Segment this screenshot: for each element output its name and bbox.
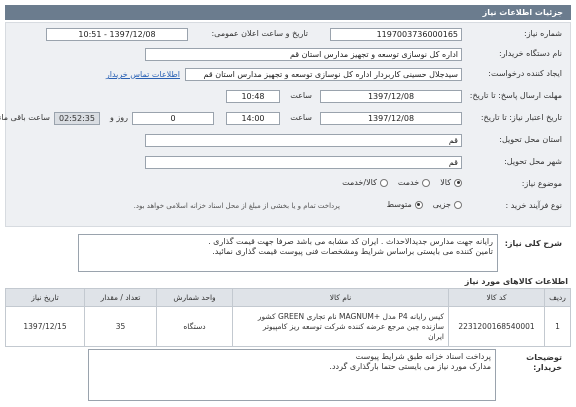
col-quantity: تعداد / مقدار [84, 288, 157, 307]
buyer-org-field: اداره کل نوسازی توسعه و تجهیز مدارس استا… [145, 48, 462, 61]
validity-label: تاریخ اعتبار نیاز: تا تاریخ: [480, 113, 562, 122]
radio-dot [414, 200, 423, 209]
delivery-city-field: قم [145, 156, 462, 169]
col-unit: واحد شمارش [156, 288, 233, 307]
table-header-row: ردیف کد کالا نام کالا واحد شمارش تعداد /… [5, 288, 571, 307]
col-index: ردیف [544, 288, 571, 307]
days-field: 0 [132, 112, 214, 125]
process-label: نوع فرآیند خرید : [505, 201, 562, 210]
days-label: روز و [110, 113, 128, 122]
buyer-org-label: نام دستگاه خریدار: [499, 49, 562, 58]
class-option-goods[interactable]: کالا [440, 178, 462, 187]
page-title: جزئیات اطلاعات نیاز [5, 5, 571, 20]
items-section-title: اطلاعات کالاهای مورد نیاز [464, 277, 568, 286]
radio-dot [454, 200, 462, 209]
description-line: تامین کننده می بایستی براساس شرایط ومشخص… [212, 247, 493, 256]
delivery-city-label: شهر محل تحویل: [504, 157, 562, 166]
buyer-notes-label: توضیحات خریدار: [526, 353, 562, 372]
class-label: موضوع نیاز: [521, 179, 562, 188]
requester-field: سیدجلال حسینی کاربردار اداره کل نوسازی ت… [185, 68, 462, 81]
send-date-field: 1397/12/08 [320, 90, 462, 103]
items-table: ردیف کد کالا نام کالا واحد شمارش تعداد /… [5, 288, 571, 347]
radio-dot [454, 178, 462, 187]
process-radio-group: جزیی متوسط [387, 200, 462, 209]
need-details-form: شماره نیاز: 1197003736000165 تاریخ و ساع… [0, 22, 571, 227]
description-label: شرح کلی نیاز: [504, 239, 562, 248]
buyer-note-line: مدارک مورد نیاز می بایستی حتما بارگذاری … [329, 362, 491, 371]
need-number-label: شماره نیاز: [524, 29, 562, 38]
class-option-service[interactable]: خدمت [398, 178, 431, 187]
description-box: رایانه جهت مدارس جدیدالاحداث . ایران کد … [78, 234, 498, 272]
process-note: پرداخت تمام و یا بخشی از مبلغ از محل اسن… [133, 202, 340, 210]
send-time-label: ساعت [290, 91, 312, 100]
col-need-date: تاریخ نیاز [5, 288, 85, 307]
class-option-both[interactable]: کالا/خدمت [342, 178, 388, 187]
requester-label: ایجاد کننده درخواست: [488, 69, 562, 78]
remaining-time-field: 02:52:35 [54, 112, 100, 125]
name-line: سازنده چین مرجع عرضه کننده شرکت توسعه ری… [262, 321, 444, 331]
process-option-medium[interactable]: متوسط [387, 200, 423, 209]
need-number-field: 1197003736000165 [330, 28, 462, 41]
cell-index: 1 [544, 306, 571, 347]
remaining-label: ساعت باقی مانده [0, 113, 50, 122]
radio-dot [422, 178, 431, 187]
description-line: رایانه جهت مدارس جدیدالاحداث . ایران کد … [208, 237, 493, 246]
class-radio-group: کالا خدمت کالا/خدمت [342, 178, 462, 187]
buyer-notes-box: پرداخت اسناد خزانه طبق شرایط پیوست مدارک… [88, 349, 496, 401]
col-code: کد کالا [448, 288, 545, 307]
announce-label: تاریخ و ساعت اعلان عمومی: [211, 29, 308, 38]
table-row: 1 2231200168540001 کیس رایانه P4 مدل +MA… [5, 306, 571, 347]
name-line: ایران [428, 331, 444, 341]
valid-date-field: 1397/12/08 [320, 112, 462, 125]
delivery-province-field: قم [145, 134, 462, 147]
cell-quantity: 35 [84, 306, 157, 347]
name-line: کیس رایانه P4 مدل +MAGNUM نام تجاری GREE… [257, 311, 444, 321]
buyer-contact-link[interactable]: اطلاعات تماس خریدار [106, 70, 180, 79]
send-deadline-label: مهلت ارسال پاسخ: تا تاریخ: [469, 91, 562, 100]
process-option-minor[interactable]: جزیی [433, 200, 462, 209]
cell-unit: دستگاه [156, 306, 233, 347]
delivery-province-label: استان محل تحویل: [499, 135, 562, 144]
cell-code: 2231200168540001 [448, 306, 545, 347]
col-name: نام کالا [232, 288, 449, 307]
radio-dot [379, 178, 388, 187]
valid-time-field: 14:00 [226, 112, 280, 125]
cell-name: کیس رایانه P4 مدل +MAGNUM نام تجاری GREE… [232, 306, 449, 347]
buyer-note-line: پرداخت اسناد خزانه طبق شرایط پیوست [355, 352, 491, 361]
announce-field: 1397/12/08 - 10:51 [46, 28, 188, 41]
valid-time-label: ساعت [290, 113, 312, 122]
cell-need-date: 1397/12/15 [5, 306, 85, 347]
send-time-field: 10:48 [226, 90, 280, 103]
